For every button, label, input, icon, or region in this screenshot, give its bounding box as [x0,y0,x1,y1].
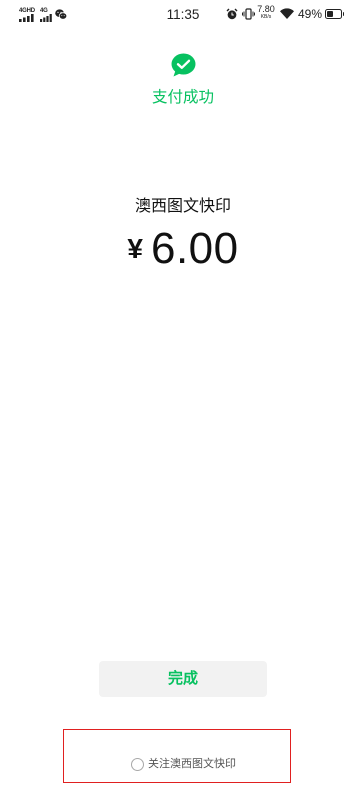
follow-radio-button[interactable] [131,757,144,771]
done-button[interactable]: 完成 [99,661,267,697]
battery-percent: 49% [298,7,323,21]
cellular-signal-sim1: 4GHD [19,8,35,22]
currency-symbol: ¥ [127,233,143,264]
success-check-icon [171,53,196,77]
done-button-label: 完成 [167,670,198,687]
wechat-icon [55,9,67,20]
battery-icon [325,9,344,19]
merchant-name: 澳西图文快印 [134,198,231,215]
cellular-signal-sim2: 4G [40,8,52,22]
signal-bars-icon [19,14,34,22]
amount-value: 6.00 [150,224,239,273]
follow-merchant-label: 关注澳西图文快印 [148,758,236,770]
wifi-icon [280,8,294,19]
payment-amount: ¥ 6.00 [6,222,360,276]
highlight-box [63,729,291,783]
status-bar: 4GHD 4G 11:35 7.80 KB/s 49% [0,0,360,28]
payment-status-title: 支付成功 [151,89,214,106]
alarm-icon [226,8,238,20]
follow-merchant-option[interactable]: 关注澳西图文快印 [131,757,236,771]
vibrate-icon [242,8,255,20]
network-speed-unit: KB/s [260,14,272,20]
network-speed: 7.80 KB/s [256,4,276,20]
clock-time: 11:35 [166,7,200,22]
network-speed-value: 7.80 [257,4,275,14]
battery-level-fill [327,11,334,17]
signal-bars-icon [40,14,52,22]
